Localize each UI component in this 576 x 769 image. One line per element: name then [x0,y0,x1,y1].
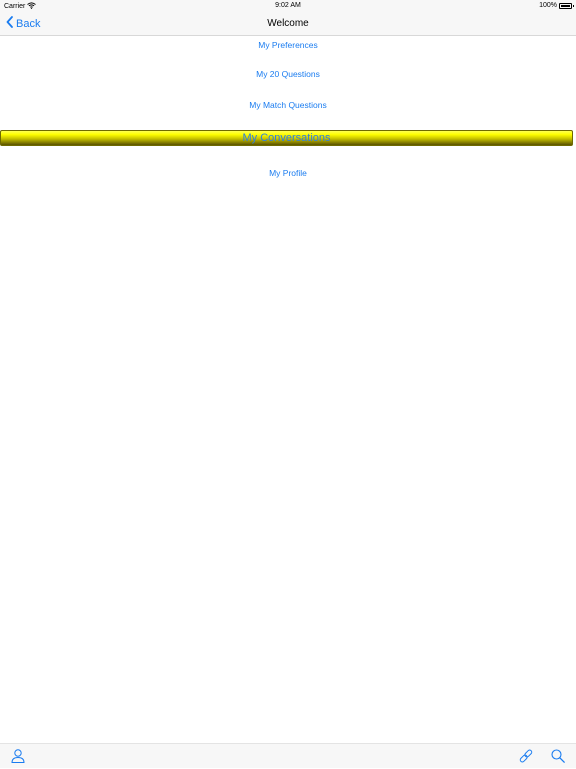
menu-item-20-questions[interactable]: My 20 Questions [0,69,576,79]
menu-item-match-questions[interactable]: My Match Questions [0,100,576,110]
battery-percent: 100% [539,2,557,9]
search-icon[interactable] [550,748,566,764]
battery-icon [559,2,574,9]
page-title: Welcome [267,18,309,29]
status-right: 100% [539,2,574,9]
status-time: 9:02 AM [275,2,301,9]
person-icon[interactable] [10,748,26,764]
bottom-toolbar [0,743,576,768]
status-bar: Carrier 9:02 AM 100% [0,0,576,12]
menu-item-profile[interactable]: My Profile [0,168,576,178]
navigation-bar: Back Welcome [0,12,576,36]
menu-item-conversations[interactable]: My Conversations [0,130,573,146]
link-icon[interactable] [518,748,534,764]
menu-item-preferences[interactable]: My Preferences [0,40,576,50]
